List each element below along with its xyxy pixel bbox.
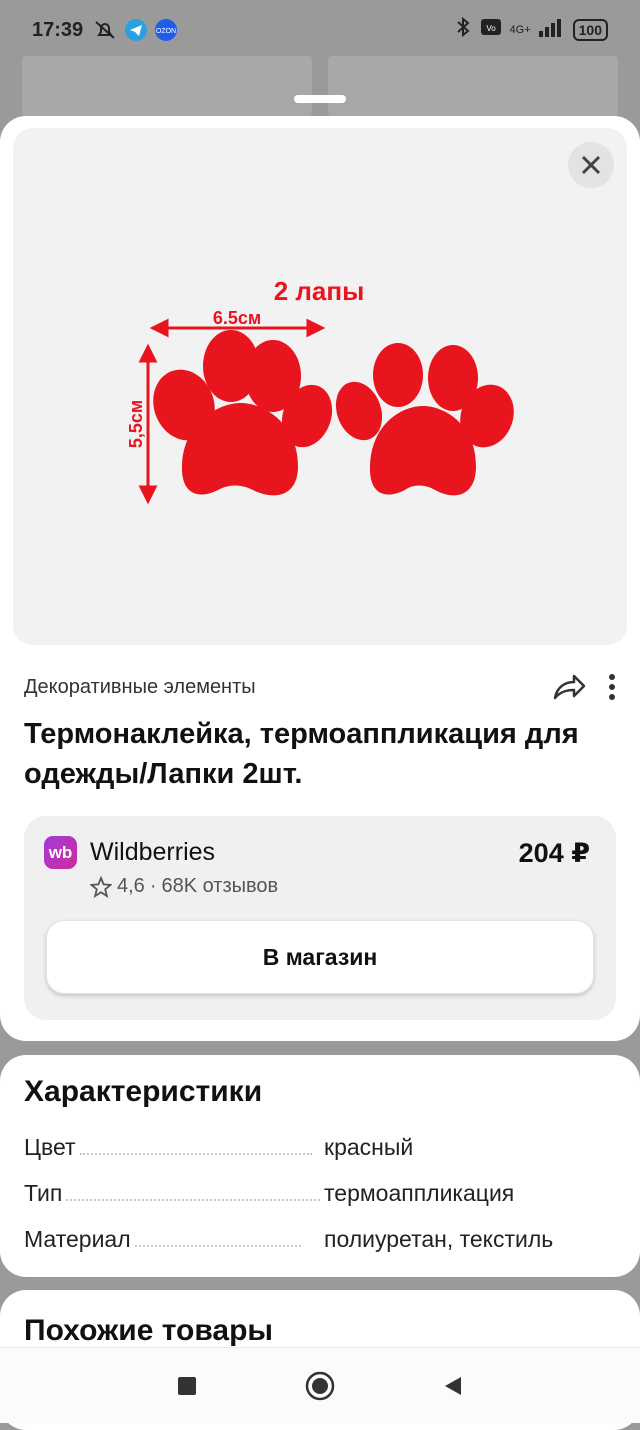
paw-illustration: 2 лапы 6.5см 5,5см (126, 276, 514, 505)
category-row: Декоративные элементы (24, 672, 616, 702)
dotted-leader (134, 1245, 301, 1247)
square-icon (177, 1376, 196, 1395)
share-button[interactable] (552, 673, 586, 701)
reviews-count: 68K отзывов (161, 875, 279, 897)
status-time: 17:39 (32, 18, 84, 41)
product-sheet: 2 лапы 6.5см 5,5см Декоративные элементы… (0, 116, 640, 1041)
signal-icon (538, 17, 565, 43)
background-card-right (328, 56, 618, 116)
characteristic-row: Цвет красный (24, 1131, 616, 1161)
paw-right (335, 343, 514, 496)
dotted-leader (79, 1153, 312, 1155)
status-bar: 17:39 OZON Vo 4G+ 100 (0, 0, 640, 60)
dotted-leader (66, 1199, 321, 1201)
image-heading: 2 лапы (274, 276, 365, 306)
telegram-icon (125, 19, 148, 41)
close-button[interactable] (568, 142, 614, 188)
back-button[interactable] (433, 1366, 473, 1406)
characteristic-key: Цвет (24, 1134, 76, 1160)
more-vertical-icon (609, 674, 615, 700)
rating-separator: · (149, 875, 157, 897)
home-button[interactable] (300, 1366, 340, 1406)
back-triangle-icon (445, 1376, 462, 1395)
characteristic-key: Материал (24, 1226, 131, 1252)
more-options-button[interactable] (608, 673, 616, 701)
characteristic-key: Тип (24, 1180, 63, 1206)
volte-icon: Vo (480, 17, 502, 43)
characteristic-row: Тип термоаппликация (24, 1177, 616, 1207)
alarm-off-icon (93, 19, 117, 41)
go-to-shop-button[interactable]: В магазин (46, 920, 594, 994)
circle-icon (305, 1371, 335, 1400)
bluetooth-icon (454, 16, 472, 44)
characteristic-row: Материал полиуретан, текстиль (24, 1223, 616, 1253)
price: 204 ₽ (518, 838, 590, 868)
recents-button[interactable] (167, 1366, 207, 1406)
product-image[interactable]: 2 лапы 6.5см 5,5см (13, 128, 627, 645)
shop-rating: 4,6 · 68K отзывов (90, 875, 278, 898)
ozon-icon: OZON (155, 19, 178, 41)
svg-text:Vo: Vo (486, 24, 496, 33)
height-label: 5,5см (126, 400, 146, 448)
characteristic-value: полиуретан, текстиль (324, 1226, 554, 1252)
category-label[interactable]: Декоративные элементы (24, 676, 256, 699)
battery-level: 100 (578, 22, 602, 38)
wildberries-logo: wb (44, 836, 77, 869)
shop-name: Wildberries (90, 838, 216, 866)
characteristics-heading: Характеристики (24, 1075, 263, 1108)
width-label: 6.5см (213, 308, 261, 328)
characteristics-section: Характеристики Цвет красный Тип термоапп… (0, 1055, 640, 1277)
characteristic-value: красный (324, 1134, 414, 1160)
svg-text:OZON: OZON (156, 28, 176, 35)
background-card-left (22, 56, 312, 116)
share-icon (553, 674, 586, 700)
network-type: 4G+ (509, 23, 531, 36)
shop-offer-card: wb Wildberries 204 ₽ 4,6 · 68K отзывов В… (24, 816, 616, 1020)
close-icon (581, 155, 601, 175)
battery-icon: 100 (572, 19, 608, 41)
characteristic-value: термоаппликация (324, 1180, 515, 1206)
product-title: Термонаклейка, термоаппликация для одежд… (24, 718, 579, 790)
rating-value: 4,6 (117, 875, 145, 897)
paw-left (153, 330, 333, 496)
similar-heading: Похожие товары (24, 1314, 274, 1347)
sheet-drag-handle[interactable] (294, 95, 346, 103)
star-icon (90, 875, 112, 898)
system-nav-bar (0, 1347, 640, 1423)
